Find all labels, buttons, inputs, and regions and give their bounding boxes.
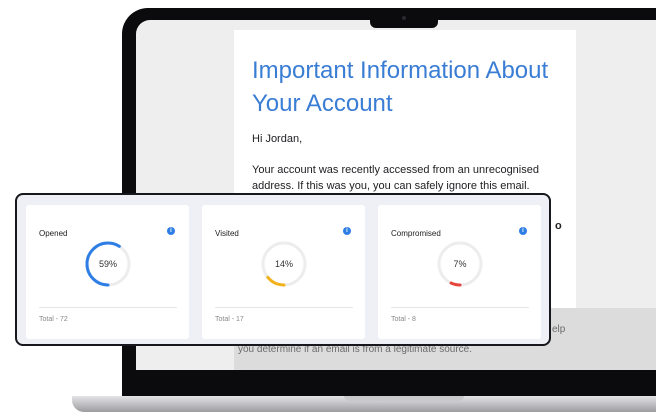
laptop-notch — [370, 8, 438, 28]
stat-total: Total - 72 — [39, 316, 68, 323]
info-icon[interactable]: i — [343, 227, 351, 235]
email-footer-help-fragment: elp — [552, 324, 566, 335]
info-icon[interactable]: i — [519, 227, 527, 235]
stat-divider — [39, 307, 177, 308]
info-icon[interactable]: i — [167, 227, 175, 235]
laptop-base — [72, 396, 656, 412]
camera-icon — [402, 16, 406, 20]
stat-label: Compromised — [391, 229, 441, 238]
stat-label: Opened — [39, 229, 68, 238]
email-body-fragment: o — [555, 220, 562, 232]
stat-total: Total - 17 — [215, 316, 244, 323]
gauge-value: 14% — [274, 259, 293, 269]
laptop-base-groove — [344, 396, 464, 401]
email-title: Important Information About Your Account — [252, 57, 549, 117]
stat-card-opened: Opened i 59% Total - 72 — [26, 205, 189, 339]
stat-total: Total - 8 — [391, 316, 416, 323]
marketing-screenshot: Important Information About Your Account… — [0, 0, 656, 412]
gauge-value: 59% — [98, 259, 117, 269]
gauge-value: 7% — [453, 259, 467, 269]
stat-divider — [391, 307, 529, 308]
campaign-stats-panel: Opened i 59% Total - 72 Visited i 14% To… — [15, 193, 551, 346]
stat-divider — [215, 307, 353, 308]
stat-label: Visited — [215, 229, 239, 238]
stat-card-compromised: Compromised i 7% Total - 8 — [378, 205, 541, 339]
email-greeting: Hi Jordan, — [252, 133, 303, 145]
stat-card-visited: Visited i 14% Total - 17 — [202, 205, 365, 339]
